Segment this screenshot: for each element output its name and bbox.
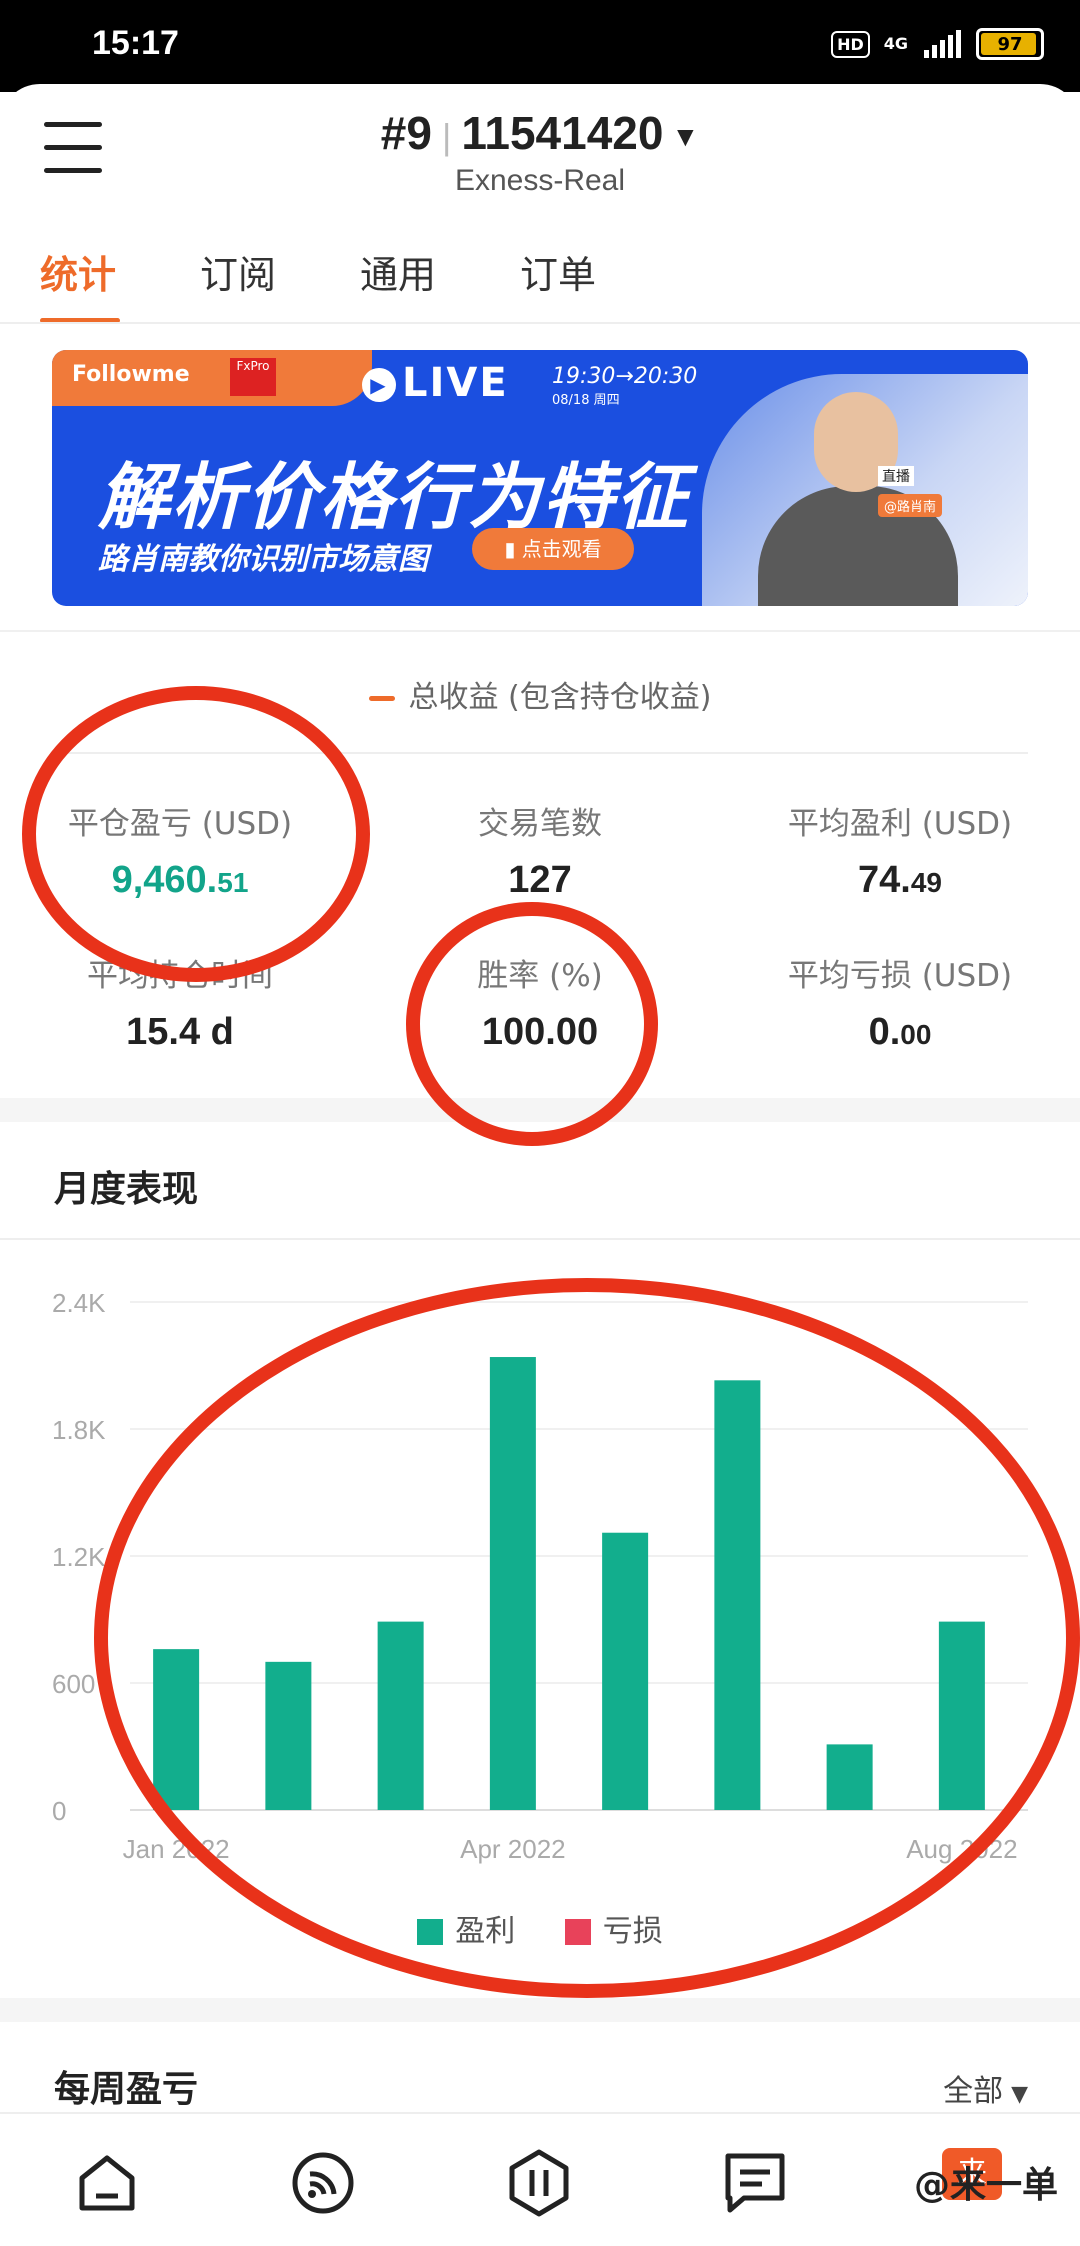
play-icon: ▶ <box>362 368 396 402</box>
hd-icon: HD <box>831 30 870 58</box>
annotation-circle <box>406 902 658 1146</box>
host-tag: @路肖南 <box>878 494 943 517</box>
home-icon[interactable] <box>72 2148 142 2218</box>
stat-avg-profit: 平均盈利 (USD) 74.49 <box>787 806 1013 901</box>
promo-banner[interactable]: Followme FxPro ▶ LIVE 19:30→20:30 08/18 周四… <box>52 350 1028 606</box>
y-tick-label: 1.2K <box>52 1542 106 1572</box>
divider <box>0 630 1080 632</box>
status-bar: 15:17 HD 4G 97 <box>0 0 1080 92</box>
bar-chart-icon: ▮ <box>504 537 522 561</box>
divider <box>0 1238 1080 1240</box>
account-number: 11541420 <box>461 107 664 159</box>
y-tick-label: 2.4K <box>52 1288 106 1318</box>
annotation-circle <box>22 686 370 982</box>
messages-icon[interactable] <box>720 2148 790 2218</box>
banner-schedule: 19:30→20:30 08/18 周四 <box>552 364 698 408</box>
period-filter[interactable]: 全部 ▼ <box>943 2066 1028 2110</box>
host-photo: 直播 @路肖南 <box>702 374 1028 606</box>
status-icons: HD 4G 97 <box>831 28 1044 60</box>
banner-subline: 路肖南教你识别市场意图 <box>98 542 428 577</box>
watermark: @来一单 <box>913 2165 1058 2206</box>
status-time: 15:17 <box>92 24 179 62</box>
account-header[interactable]: #9 | 11541420 ▼ Exness-Real <box>0 106 1080 198</box>
account-prefix: #9 <box>380 107 432 159</box>
tab-orders[interactable]: 订单 <box>520 244 680 299</box>
battery-level: 97 <box>997 33 1023 55</box>
divider <box>0 322 1080 324</box>
watch-button[interactable]: ▮ 点击观看 <box>472 528 634 570</box>
annotation-ellipse <box>94 1278 1080 1998</box>
weekly-title: 每周盈亏 <box>54 2069 199 2110</box>
signal-icon <box>924 30 961 58</box>
live-label: ▶ LIVE <box>362 360 509 406</box>
stat-trade-count: 交易笔数 127 <box>478 806 602 901</box>
trade-icon[interactable] <box>504 2148 574 2218</box>
tab-subscribe[interactable]: 订阅 <box>200 244 360 299</box>
monthly-title: 月度表现 <box>54 1169 199 1210</box>
chevron-down-icon: ▼ <box>1011 2082 1028 2107</box>
chevron-down-icon: ▼ <box>671 120 700 152</box>
battery-icon: 97 <box>976 28 1044 60</box>
tab-stats[interactable]: 统计 <box>40 244 200 323</box>
tab-general[interactable]: 通用 <box>360 244 520 299</box>
tab-bar: 统计 订阅 通用 订单 <box>40 244 680 323</box>
section-gap <box>0 1998 1080 2022</box>
server-name: Exness-Real <box>454 164 626 197</box>
network-label: 4G <box>883 34 908 53</box>
stat-avg-loss: 平均亏损 (USD) 0.00 <box>787 958 1013 1053</box>
followme-logo: Followme <box>72 362 190 387</box>
y-tick-label: 600 <box>52 1669 95 1699</box>
live-tag: 直播 <box>878 466 914 486</box>
fxpro-logo: FxPro <box>230 358 276 396</box>
y-tick-label: 1.8K <box>52 1415 106 1445</box>
y-tick-label: 0 <box>52 1796 66 1826</box>
feed-icon[interactable] <box>288 2148 358 2218</box>
